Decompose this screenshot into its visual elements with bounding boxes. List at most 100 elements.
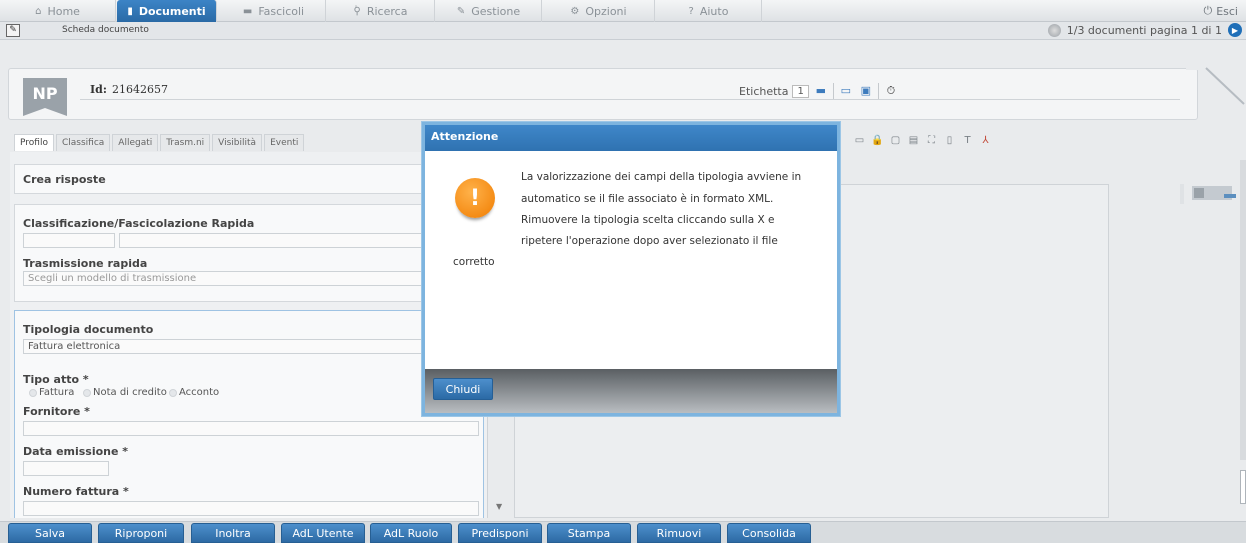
trasmissione-select[interactable]: Scegli un modello di trasmissione — [23, 271, 479, 286]
dialog-footer: Chiudi — [425, 369, 837, 413]
timestamp-icon[interactable]: ⏱ — [883, 84, 899, 98]
tab-label: Aiuto — [699, 4, 729, 18]
document-lock-icon[interactable]: ▯ — [943, 134, 956, 147]
scrollbar-thumb[interactable] — [1240, 470, 1246, 504]
document-card-icon: ✎ — [6, 24, 20, 37]
salva-button[interactable]: Salva — [8, 523, 92, 543]
pdf-icon[interactable]: ⅄ — [979, 134, 992, 147]
tipologia-label: Tipologia documento — [23, 323, 154, 336]
main-navigation: ⌂ Home ▮ Documenti ▬ Fascicoli ٰ⚲ Ricerc… — [0, 0, 1246, 22]
home-icon: ⌂ — [35, 5, 42, 17]
scanner-icon[interactable]: ▭ — [853, 134, 866, 147]
breadcrumb-bar: ✎ Scheda documento 1/3 documenti pagina … — [0, 22, 1246, 40]
warning-dialog: Attenzione ! La valorizzazione dei campi… — [422, 122, 840, 416]
power-icon: ⏻ — [1203, 4, 1213, 17]
profile-panel: Crea risposte Classificazione/Fascicolaz… — [10, 152, 488, 518]
stampa-button[interactable]: Stampa — [547, 523, 631, 543]
tab-label: Gestione — [471, 4, 521, 18]
crea-risposte-label: Crea risposte — [23, 173, 106, 186]
fornitore-label: Fornitore * — [23, 405, 90, 418]
next-icon[interactable]: ▶ — [1228, 23, 1242, 37]
radio-nota-di-credito[interactable]: Nota di credito — [83, 387, 167, 398]
adl-ruolo-button[interactable]: AdL Ruolo — [370, 523, 452, 543]
lock-folder-icon[interactable]: ▤ — [907, 134, 920, 147]
radio-label: Fattura — [39, 387, 75, 398]
vertical-scrollbar[interactable] — [1240, 160, 1246, 460]
tipologia-section: Tipologia documento Fattura elettronica … — [14, 310, 484, 518]
tab-label: Home — [47, 4, 80, 18]
unlock-icon[interactable]: ▢ — [889, 134, 902, 147]
tab-fascicoli[interactable]: ▬ Fascicoli — [222, 0, 326, 22]
scanner-icon[interactable]: ▭ — [838, 84, 854, 98]
save-icon[interactable]: ▣ — [858, 84, 874, 98]
folder-icon: ▬ — [242, 5, 253, 17]
consolida-button[interactable]: Consolida — [727, 523, 811, 543]
dialog-title: Attenzione — [425, 125, 837, 151]
document-icon: ▮ — [127, 5, 133, 17]
rimuovi-button[interactable]: Rimuovi — [637, 523, 721, 543]
tab-opzioni[interactable]: ⚙ Opzioni — [543, 0, 655, 22]
search-icon: ٰ⚲ — [353, 5, 361, 17]
data-emissione-input[interactable] — [23, 461, 109, 476]
document-pager: 1/3 documenti pagina 1 di 1 ▶ — [1047, 23, 1242, 37]
tipologia-select[interactable]: Fattura elettronica — [23, 339, 479, 354]
riproponi-button[interactable]: Riproponi — [98, 523, 184, 543]
attachment-preview-icon[interactable] — [1180, 182, 1240, 206]
tab-documenti[interactable]: ▮ Documenti — [117, 0, 217, 22]
subtab-trasmissioni[interactable]: Trasm.ni — [160, 134, 211, 151]
np-badge: NP — [23, 78, 67, 108]
radio-fattura[interactable]: Fattura — [29, 387, 74, 398]
radio-label: Acconto — [179, 387, 220, 398]
classificazione-label: Classificazione/Fascicolazione Rapida — [23, 217, 255, 230]
classificazione-section: Classificazione/Fascicolazione Rapida Tr… — [14, 204, 484, 302]
tab-home[interactable]: ⌂ Home — [0, 0, 116, 22]
tab-label: Fascicoli — [258, 4, 305, 18]
dialog-message-line: Rimuovere la tipologia scelta cliccando … — [521, 214, 775, 226]
tab-aiuto[interactable]: ? Aiuto — [656, 0, 762, 22]
printer-icon[interactable]: ▬ — [813, 84, 829, 98]
tab-ricerca[interactable]: ٰ⚲ Ricerca — [327, 0, 435, 22]
subtab-classifica[interactable]: Classifica — [55, 134, 111, 151]
tab-gestione[interactable]: ✎ Gestione — [436, 0, 542, 22]
text-icon[interactable]: T — [961, 134, 974, 147]
dialog-message-line: corretto — [453, 256, 495, 268]
radio-acconto[interactable]: Acconto — [169, 387, 219, 398]
scroll-down-icon[interactable]: ▼ — [496, 502, 502, 511]
close-button[interactable]: Chiudi — [433, 378, 493, 400]
id-value: 21642657 — [112, 83, 168, 96]
numero-fattura-input[interactable] — [23, 501, 479, 516]
crea-risposte-section[interactable]: Crea risposte — [14, 164, 484, 194]
exit-button[interactable]: ⏻ Esci — [1204, 0, 1239, 22]
classificazione-code-input[interactable] — [23, 233, 115, 248]
fornitore-input[interactable] — [23, 421, 479, 436]
dialog-message-line: ripetere l'operazione dopo aver selezion… — [521, 235, 778, 247]
tab-label: Documenti — [138, 4, 206, 18]
subtab-visibilita[interactable]: Visibilità — [212, 134, 263, 151]
lock-icon[interactable]: 🔒 — [871, 134, 884, 147]
etichetta-group: Etichetta 1 ▬ ▭ ▣ ⏱ — [739, 83, 899, 99]
divider — [877, 83, 879, 99]
header-corner-decoration — [1186, 58, 1246, 105]
subtab-profilo[interactable]: Profilo — [14, 134, 54, 151]
predisponi-button[interactable]: Predisponi — [458, 523, 542, 543]
adl-utente-button[interactable]: AdL Utente — [281, 523, 365, 543]
dialog-message-line: automatico se il file associato è in for… — [521, 193, 774, 205]
subtab-eventi[interactable]: Eventi — [264, 134, 305, 151]
divider — [832, 83, 834, 99]
dialog-message-line: La valorizzazione dei campi della tipolo… — [521, 171, 802, 183]
exit-label: Esci — [1216, 4, 1238, 18]
document-subtabs: Profilo Classifica Allegati Trasm.ni Vis… — [14, 134, 305, 151]
document-toolbar: ▭ 🔒 ▢ ▤ ⛶ ▯ T ⅄ — [853, 134, 992, 147]
pager-text: 1/3 documenti pagina 1 di 1 — [1066, 23, 1222, 37]
subtab-allegati[interactable]: Allegati — [112, 134, 159, 151]
etichetta-count[interactable]: 1 — [792, 84, 809, 98]
tab-label: Opzioni — [585, 4, 627, 18]
fullscreen-icon[interactable]: ⛶ — [925, 134, 938, 147]
help-icon: ? — [688, 5, 694, 17]
tab-label: Ricerca — [366, 4, 408, 18]
inoltra-button[interactable]: Inoltra — [191, 523, 275, 543]
id-row: Id: 21642657 — [80, 80, 1180, 100]
breadcrumb: Scheda documento — [62, 25, 149, 35]
previous-icon[interactable] — [1047, 23, 1061, 37]
data-emissione-label: Data emissione * — [23, 445, 129, 458]
